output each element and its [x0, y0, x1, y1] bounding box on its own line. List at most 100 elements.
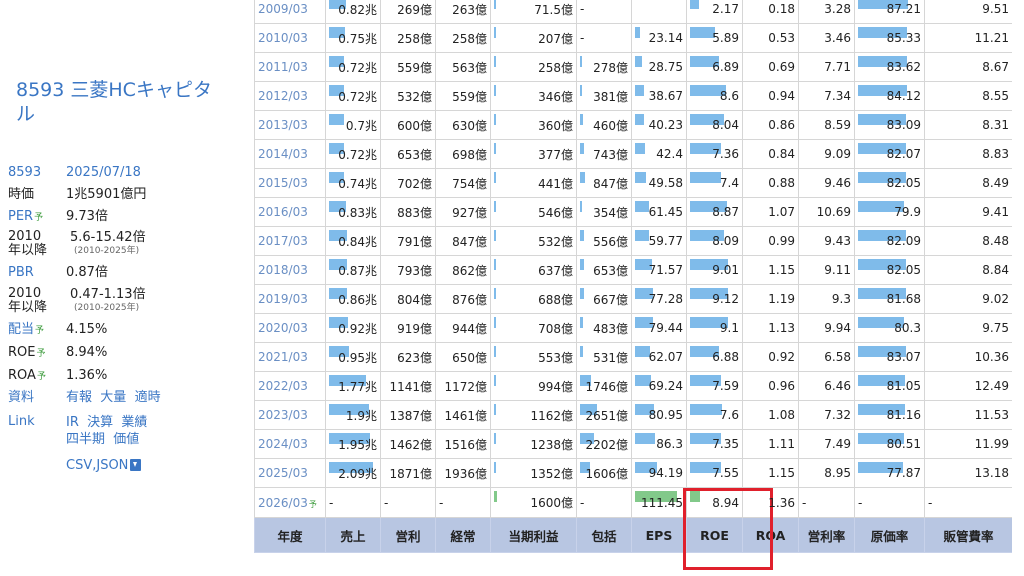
houkatsu-bar — [580, 114, 583, 125]
column-header[interactable]: 年度 — [254, 517, 326, 553]
genka-value: 81.05 — [886, 379, 921, 393]
column-header[interactable]: 原価率 — [854, 517, 925, 553]
roe-cell: 8.04 — [686, 110, 743, 140]
dividend-label[interactable]: 配当 — [8, 322, 34, 337]
docs-link-tairyo[interactable]: 大量 — [100, 390, 126, 405]
touki-cell: 258億 — [490, 52, 577, 82]
year-cell[interactable]: 2010/03 — [254, 23, 326, 53]
touki-cell: 1352億 — [490, 458, 577, 488]
pbr-label[interactable]: PBR — [8, 265, 34, 281]
year-cell[interactable]: 2011/03 — [254, 52, 326, 82]
column-header[interactable]: 経常 — [435, 517, 491, 553]
year-cell[interactable]: 2009/03 — [254, 0, 326, 24]
genka-cell: 79.9 — [854, 197, 925, 227]
hankan-cell: 9.51 — [924, 0, 1012, 24]
year-cell[interactable]: 2018/03 — [254, 255, 326, 285]
docs-link-yuho[interactable]: 有報 — [66, 390, 92, 405]
column-header[interactable]: 販管費率 — [924, 517, 1012, 553]
roa-cell: 1.07 — [742, 197, 799, 227]
stock-code[interactable]: 8593 — [8, 165, 41, 181]
touki-value: 1352億 — [530, 466, 573, 481]
eirir-value: 3.46 — [824, 31, 851, 45]
link-kachi[interactable]: 価値 — [113, 432, 139, 447]
forecast-mark: 予 — [34, 213, 44, 223]
year-cell[interactable]: 2015/03 — [254, 168, 326, 198]
docs-label[interactable]: 資料 — [8, 390, 34, 406]
year-label: 2024/03 — [258, 437, 308, 451]
forecast-mark: 予 — [35, 326, 45, 336]
eiri-cell: 559億 — [380, 52, 436, 82]
link-shihanki[interactable]: 四半期 — [66, 432, 105, 447]
roe-value: 9.12 — [712, 292, 739, 306]
column-header[interactable]: 営利 — [380, 517, 436, 553]
hankan-cell: 11.53 — [924, 400, 1012, 430]
column-header[interactable]: EPS — [631, 517, 687, 553]
column-header[interactable]: 包括 — [576, 517, 632, 553]
uri-cell: 0.83兆 — [325, 197, 381, 227]
eiri-value: 919億 — [397, 321, 432, 336]
genka-value: 82.07 — [886, 147, 921, 161]
eiri-cell: 883億 — [380, 197, 436, 227]
roa-value: 1.15 — [768, 466, 795, 480]
touki-bar — [494, 259, 496, 270]
link-gyoseki[interactable]: 業績 — [121, 415, 147, 430]
eiri-value: 793億 — [397, 263, 432, 278]
column-header[interactable]: 売上 — [325, 517, 381, 553]
genka-cell: 85.33 — [854, 23, 925, 53]
year-label: 2020/03 — [258, 321, 308, 335]
roa-cell: 1.13 — [742, 313, 799, 343]
company-title[interactable]: 8593 三菱HCキャピタル — [16, 78, 226, 126]
touki-bar — [494, 375, 496, 386]
eps-value: 62.07 — [648, 350, 683, 364]
date[interactable]: 2025/07/18 — [66, 165, 141, 181]
uri-value: 0.87兆 — [338, 263, 377, 278]
sidebar: 8593 三菱HCキャピタル 8593 2025/07/18 時価 1兆5901… — [0, 0, 250, 576]
uri-cell: 1.77兆 — [325, 371, 381, 401]
year-cell[interactable]: 2012/03 — [254, 81, 326, 111]
hankan-value: 8.49 — [982, 176, 1009, 190]
csv-json-link[interactable]: CSV,JSON — [66, 458, 128, 473]
docs-link-tekiji[interactable]: 適時 — [135, 390, 161, 405]
year-cell[interactable]: 2014/03 — [254, 139, 326, 169]
roe-cell: 7.59 — [686, 371, 743, 401]
roa-value: 1.13 — [768, 321, 795, 335]
link-kessan[interactable]: 決算 — [87, 415, 113, 430]
year-cell[interactable]: 2021/03 — [254, 342, 326, 372]
column-header[interactable]: 当期利益 — [490, 517, 577, 553]
keijo-cell: 563億 — [435, 52, 491, 82]
year-cell[interactable]: 2016/03 — [254, 197, 326, 227]
keijo-cell: 1516億 — [435, 429, 491, 459]
year-cell[interactable]: 2022/03 — [254, 371, 326, 401]
uri-cell: 0.95兆 — [325, 342, 381, 372]
download-icon[interactable] — [130, 459, 142, 471]
year-cell[interactable]: 2020/03 — [254, 313, 326, 343]
keijo-value: 1172億 — [444, 379, 487, 394]
uri-bar — [329, 114, 344, 125]
year-cell[interactable]: 2025/03 — [254, 458, 326, 488]
hankan-value: 13.18 — [974, 466, 1009, 480]
year-cell[interactable]: 2024/03 — [254, 429, 326, 459]
genka-cell: 83.07 — [854, 342, 925, 372]
per-label[interactable]: PER — [8, 209, 33, 224]
eps-cell: 28.75 — [631, 52, 687, 82]
year-cell[interactable]: 2013/03 — [254, 110, 326, 140]
genka-value: 84.12 — [886, 89, 921, 103]
link-ir[interactable]: IR — [66, 415, 79, 430]
eiri-cell: 1141億 — [380, 371, 436, 401]
eps-cell: 62.07 — [631, 342, 687, 372]
forecast-mark: 予 — [36, 349, 46, 359]
genka-cell: - — [854, 487, 925, 518]
dividend-value: 4.15% — [66, 322, 108, 337]
column-header[interactable]: 営利率 — [798, 517, 855, 553]
year-cell[interactable]: 2019/03 — [254, 284, 326, 314]
roa-cell: 0.18 — [742, 0, 799, 24]
keijo-cell: 847億 — [435, 226, 491, 256]
financial-table-container[interactable]: 2009/03 0.82兆 269億 263億 71.5億 -2.17 0.18 3.28 87… — [254, 0, 1012, 566]
link-label[interactable]: Link — [8, 414, 35, 430]
year-cell[interactable]: 2017/03 — [254, 226, 326, 256]
touki-cell: 637億 — [490, 255, 577, 285]
year-cell[interactable]: 2023/03 — [254, 400, 326, 430]
year-cell[interactable]: 2026/03予 — [254, 487, 326, 518]
eps-value: 71.57 — [648, 263, 683, 277]
eps-value: 28.75 — [648, 60, 683, 74]
